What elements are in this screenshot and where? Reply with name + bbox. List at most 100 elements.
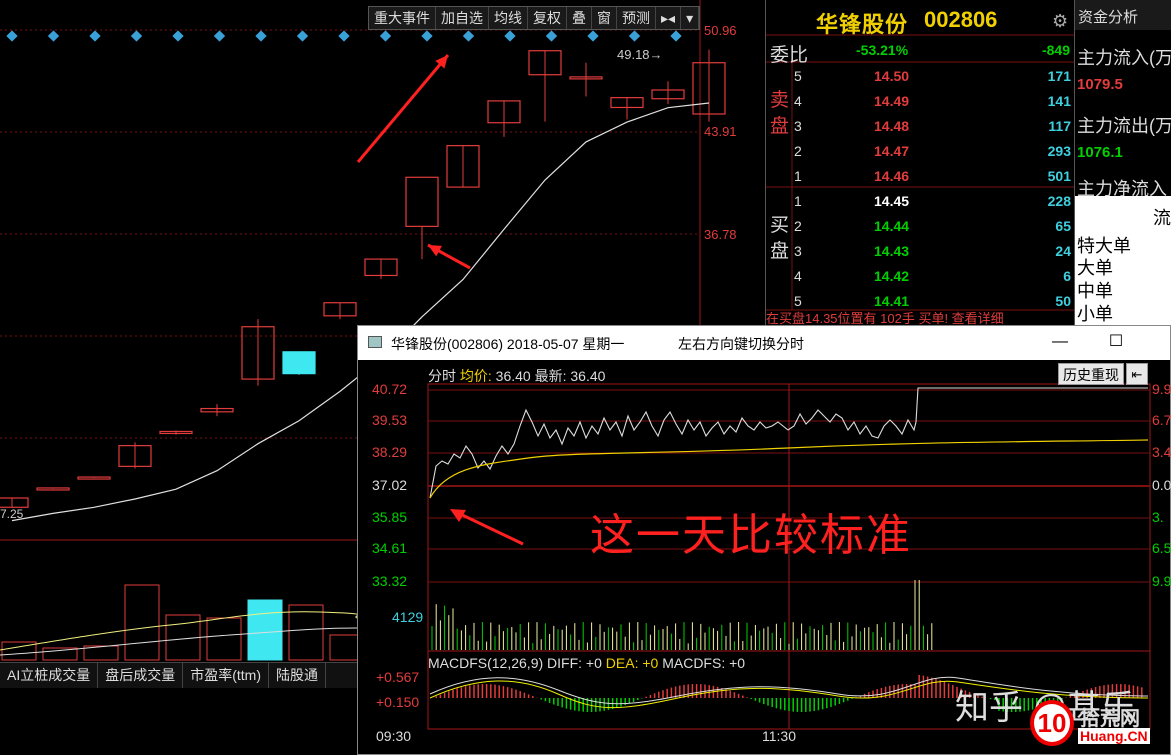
ask-level: 1: [794, 168, 802, 184]
toolbar-major-events[interactable]: 重大事件: [369, 7, 436, 29]
y-label-6: 34.61: [372, 540, 408, 556]
bid-price: 14.43: [874, 243, 910, 259]
pct-label-6: 6.5: [1152, 540, 1171, 556]
bid-volume: 50: [1055, 293, 1071, 309]
bid-volume: 24: [1055, 243, 1071, 259]
watermark-site: 拾荒网: [1080, 708, 1140, 730]
toolbar-dropdown-icon[interactable]: ▾: [681, 7, 700, 29]
collapse-icon[interactable]: ⇤: [1126, 363, 1148, 385]
history-replay-button[interactable]: 历史重现: [1058, 363, 1124, 385]
tab-after-hours-volume[interactable]: 盘后成交量: [98, 663, 184, 688]
chart-toolbar: 重大事件 加自选 均线 复权 叠 窗 预测 ▸◂ ▾: [368, 6, 701, 30]
event-diamond-icon: [670, 30, 682, 42]
ask-row[interactable]: 5 14.50 171: [766, 64, 1075, 89]
toolbar-ma[interactable]: 均线: [489, 7, 528, 29]
ask-row[interactable]: 2 14.47 293: [766, 139, 1075, 164]
event-diamond-icon: [421, 30, 433, 42]
event-diamond-icon: [628, 30, 641, 42]
bid-level: 3: [794, 243, 802, 259]
ask-price: 14.47: [874, 143, 910, 159]
candle-body: [0, 497, 29, 508]
bid-price: 14.44: [874, 218, 910, 234]
bid-row[interactable]: 4 14.42 6: [766, 264, 1075, 289]
pct-label-3: 3.4: [1152, 444, 1171, 460]
ask-price: 14.46: [874, 168, 910, 184]
macd-dea: DEA: +0: [605, 655, 659, 671]
low-price-label: 7.25: [0, 507, 24, 521]
ask-volume: 501: [1047, 168, 1071, 184]
ask-price: 14.49: [874, 93, 910, 109]
price-axis-mid: 43.91: [704, 124, 737, 139]
bid-row[interactable]: 2 14.44 65: [766, 214, 1075, 239]
watermark-url: Huang.CN: [1078, 728, 1150, 744]
y-label-1: 40.72: [372, 381, 408, 397]
macd-head: MACDFS(12,26,9) DIFF: +0: [428, 655, 602, 671]
volume-max-label: 4129: [392, 609, 424, 625]
ask-row[interactable]: 4 14.49 141: [766, 89, 1075, 114]
bid-row[interactable]: 3 14.43 24: [766, 239, 1075, 264]
event-diamond-icon: [47, 30, 60, 42]
volume-bar: [124, 584, 160, 661]
event-diamond-icon: [462, 30, 475, 42]
candle-body: [77, 476, 111, 480]
event-diamond-icon: [379, 30, 392, 42]
volume-bar: [247, 599, 283, 661]
intraday-info: 分时 均价: 36.40 最新: 36.40: [428, 366, 605, 386]
event-diamond-icon: [255, 30, 267, 42]
y-label-3: 38.29: [372, 444, 408, 460]
y-label-2: 39.53: [372, 412, 408, 428]
pct-label-mid: 0.0: [1152, 477, 1171, 493]
y-label-mid: 37.02: [372, 477, 408, 493]
candle-body: [282, 351, 316, 375]
ask-row[interactable]: 3 14.48 117: [766, 114, 1075, 139]
event-diamond-icon: [545, 30, 558, 42]
ask-price: 14.48: [874, 118, 910, 134]
tab-pe-ttm[interactable]: 市盈率(ttm): [183, 663, 269, 688]
y-label-5: 35.85: [372, 509, 408, 525]
annotation-text: 这一天比较标准: [590, 511, 912, 560]
last-label: 最新:: [534, 368, 567, 384]
event-diamond-icon: [504, 30, 516, 42]
arrow-up-icon: [356, 54, 450, 163]
avg-label: 均价:: [459, 368, 492, 384]
main-outflow-value: 1076.1: [1077, 144, 1123, 161]
bid-row[interactable]: 1 14.45 228: [766, 189, 1075, 214]
volume-bar: [288, 604, 324, 661]
fund-flow-table: 流 特大单 大单 中单 小单: [1075, 196, 1171, 325]
volume-ma-line: [0, 611, 359, 651]
toolbar-adjust[interactable]: 复权: [528, 7, 567, 29]
toolbar-window[interactable]: 窗: [592, 7, 617, 29]
ask-row[interactable]: 1 14.46 501: [766, 164, 1075, 189]
bid-price: 14.41: [874, 293, 910, 309]
tab-hk-connect[interactable]: 陆股通: [269, 663, 326, 688]
ask-level: 3: [794, 118, 802, 134]
fund-flow-title[interactable]: 资金分析: [1075, 0, 1171, 30]
main-inflow-value: 1079.5: [1077, 76, 1123, 93]
ask-volume: 171: [1047, 68, 1071, 84]
price-axis-top: 50.96: [704, 23, 737, 38]
pct-label-1: 9.9: [1152, 381, 1171, 397]
ask-level: 5: [794, 68, 802, 84]
annotation-arrow-icon: [455, 510, 524, 546]
candle-body: [36, 487, 70, 491]
bid-level: 2: [794, 218, 802, 234]
event-diamond-icon: [130, 30, 143, 42]
toolbar-zoom-icon[interactable]: ▸◂: [656, 7, 682, 29]
toolbar-overlay[interactable]: 叠: [567, 7, 592, 29]
main-inflow-label: 主力流入(万: [1077, 48, 1171, 68]
bid-price: 14.45: [874, 193, 910, 209]
flow-table-header: 流: [1153, 208, 1171, 228]
fund-flow-panel: 资金分析 主力流入(万 1079.5 主力流出(万 1076.1 主力净流入 流…: [1074, 0, 1171, 325]
ask-volume: 141: [1047, 93, 1071, 109]
tab-ai-volume[interactable]: AI立桩成交量: [0, 663, 99, 688]
toolbar-add-watchlist[interactable]: 加自选: [436, 7, 489, 29]
macd-y-2: +0.150: [376, 694, 420, 710]
pct-label-7: 9.9: [1152, 573, 1171, 589]
time-start: 09:30: [376, 728, 412, 744]
event-diamond-icon: [89, 30, 101, 42]
flow-row-small: 小单: [1077, 304, 1113, 324]
wb-label: 委比: [770, 45, 809, 66]
toolbar-forecast[interactable]: 预测: [617, 7, 656, 29]
bid-volume: 6: [1063, 268, 1071, 284]
event-diamond-icon: [296, 30, 309, 42]
